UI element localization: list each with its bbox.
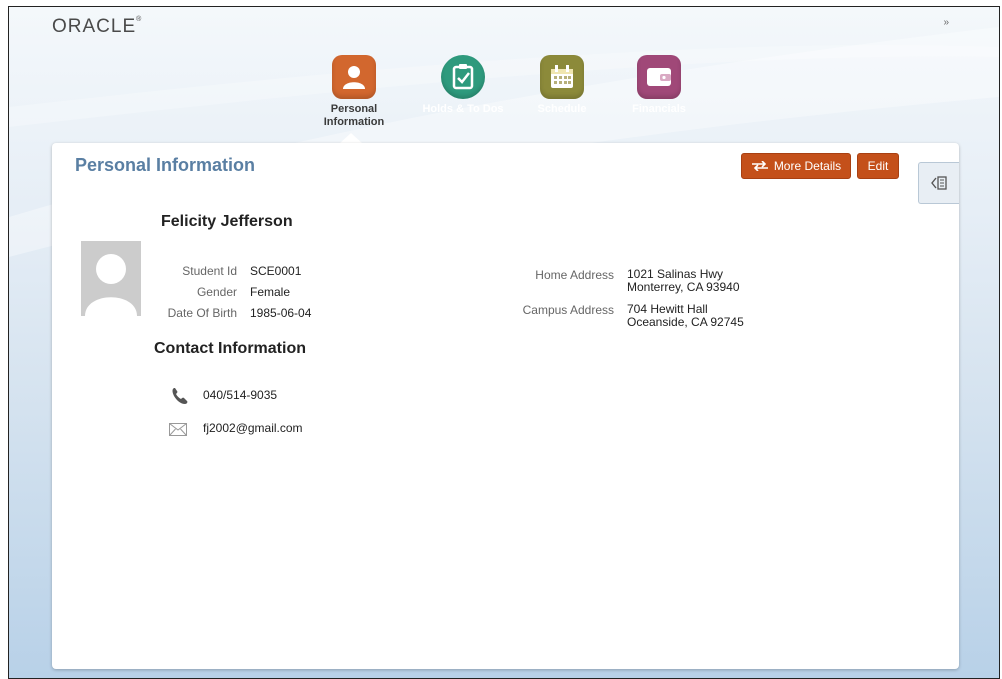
page-title: Personal Information <box>75 155 256 175</box>
student-id-value: SCE0001 <box>250 264 302 278</box>
gender-value: Female <box>250 285 291 299</box>
calendar-icon <box>540 55 584 99</box>
gender-label: Gender <box>196 285 237 299</box>
date-of-birth-value: 1985-06-04 <box>250 306 312 320</box>
swap-arrows-icon <box>751 161 768 171</box>
personal-information-panel: Personal Information More Details Edit F… <box>52 143 959 669</box>
phone-icon <box>172 388 188 404</box>
expand-header-button[interactable]: » <box>943 17 949 28</box>
edit-button[interactable]: Edit <box>857 153 899 179</box>
nav-label: Financials <box>632 103 686 115</box>
mail-icon <box>169 423 187 436</box>
contact-information-heading: Contact Information <box>154 340 306 357</box>
email-address[interactable]: fj2002@gmail.com <box>203 421 303 435</box>
nav-label: Holds & To Dos <box>422 103 504 115</box>
home-address-line2: Monterrey, CA 93940 <box>627 280 740 294</box>
home-address-label: Home Address <box>535 268 614 282</box>
avatar <box>81 241 141 316</box>
app-frame: ORACLE® » Personal Information Holds & T… <box>8 6 1000 679</box>
nav-schedule[interactable]: Schedule <box>517 55 607 116</box>
nav-personal-information[interactable]: Personal Information <box>309 55 399 129</box>
more-details-label: More Details <box>773 159 842 173</box>
oracle-logo: ORACLE® <box>52 16 143 37</box>
nav-label: Schedule <box>537 103 587 115</box>
nav-holds-todos[interactable]: Holds & To Dos <box>418 55 508 116</box>
side-panel-toggle[interactable] <box>918 162 959 204</box>
panel-collapse-icon <box>931 176 947 190</box>
campus-address-line2: Oceanside, CA 92745 <box>627 315 744 329</box>
edit-label: Edit <box>867 159 889 173</box>
student-name: Felicity Jefferson <box>161 213 293 230</box>
person-icon <box>332 55 376 99</box>
campus-address-label: Campus Address <box>522 303 614 317</box>
nav-financials[interactable]: Financials <box>614 55 704 116</box>
active-tab-pointer <box>340 133 362 143</box>
nav-label-line2: Information <box>323 116 385 128</box>
wallet-icon <box>637 55 681 99</box>
date-of-birth-label: Date Of Birth <box>167 306 237 320</box>
phone-number[interactable]: 040/514-9035 <box>203 388 277 402</box>
student-id-label: Student Id <box>182 264 237 278</box>
nav-label: Personal <box>330 103 378 115</box>
checklist-icon <box>441 55 485 99</box>
more-details-button[interactable]: More Details <box>741 153 851 179</box>
